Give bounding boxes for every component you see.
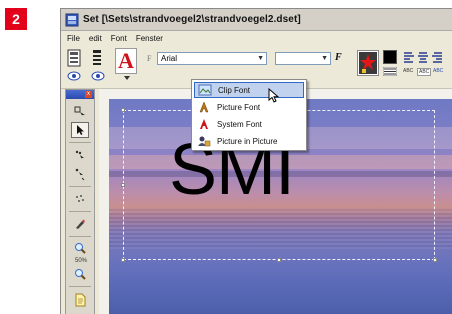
stroke-color-swatch[interactable] (383, 50, 397, 64)
font-prefix-icon: F (147, 54, 152, 63)
resize-handle[interactable] (121, 258, 125, 262)
resize-handle[interactable] (433, 258, 437, 262)
title-bar: Set [\Sets\strandvoegel2\strandvoegel2.d… (61, 9, 452, 31)
eye-visibility-icon[interactable] (91, 70, 105, 82)
menu-item-label: Picture in Picture (217, 136, 278, 146)
star-color-icon (359, 52, 377, 74)
tool-separator (69, 286, 91, 287)
step-number-badge: 2 (5, 8, 27, 30)
tool-separator (69, 142, 91, 143)
menu-font[interactable]: Font (111, 34, 127, 43)
text-frame-icon[interactable] (91, 49, 103, 67)
menu-item-system-font[interactable]: System Font (194, 116, 304, 132)
resize-handle[interactable] (277, 258, 281, 262)
font-size-dropdown[interactable]: ▼ (275, 52, 331, 65)
zoom-out-icon (75, 269, 86, 280)
select-object-icon (74, 106, 85, 117)
pattern-icon[interactable] (383, 67, 397, 76)
mouse-cursor-icon (268, 88, 280, 103)
arrow-pointer-icon (77, 125, 84, 135)
tools-panel: x 50% (65, 89, 95, 314)
align-right-icon[interactable] (431, 51, 443, 63)
menu-bar: File edit Font Fenster (61, 31, 452, 45)
menu-window[interactable]: Fenster (136, 34, 163, 43)
node-edit-tool[interactable] (71, 147, 89, 163)
tool-separator (69, 186, 91, 187)
text-style-abc-1[interactable]: ABC (403, 68, 413, 74)
tool-separator (69, 236, 91, 237)
chevron-down-icon: ▼ (257, 55, 264, 62)
page-layout-icon[interactable] (67, 49, 81, 67)
menu-item-picture-font[interactable]: Picture Font (194, 99, 304, 115)
menu-item-picture-in-picture[interactable]: Picture in Picture (194, 133, 304, 149)
system-font-icon (196, 117, 212, 131)
pen-tool[interactable] (71, 216, 89, 232)
align-left-icon[interactable] (403, 51, 415, 63)
italic-style-icon[interactable]: F (335, 52, 342, 63)
arrow-pointer-tool[interactable] (71, 122, 89, 138)
text-style-abc-2[interactable]: ABC (417, 68, 432, 76)
font-type-letter: A (118, 48, 134, 73)
move-node-icon (75, 168, 85, 181)
tools-panel-header: x (66, 90, 94, 99)
zoom-in-icon (75, 243, 86, 254)
font-name-value: Arial (161, 54, 178, 63)
app-window: Set [\Sets\strandvoegel2\strandvoegel2.d… (60, 8, 452, 314)
align-center-icon[interactable] (417, 51, 429, 63)
app-icon (65, 13, 79, 26)
pen-icon (76, 219, 85, 229)
font-type-button[interactable]: A (115, 48, 137, 74)
zoom-in-tool[interactable] (71, 240, 89, 256)
menu-item-clip-font[interactable]: Clip Font (194, 82, 304, 98)
menu-file[interactable]: File (67, 34, 80, 43)
eye-icon[interactable] (67, 70, 81, 82)
menu-item-label: Picture Font (217, 102, 261, 112)
resize-handle[interactable] (121, 183, 125, 187)
zoom-level-label: 50% (74, 258, 87, 264)
scatter-tool[interactable] (71, 191, 89, 207)
node-edit-icon (75, 150, 84, 160)
chevron-down-icon: ▼ (321, 55, 328, 62)
close-icon[interactable]: x (85, 91, 92, 98)
select-object-tool[interactable] (71, 104, 89, 120)
fill-color-button[interactable] (357, 50, 379, 76)
clip-font-icon (197, 83, 213, 97)
picture-font-icon (196, 100, 212, 114)
resize-handle[interactable] (121, 108, 125, 112)
font-type-menu: Clip Font Picture Font System Font Pictu… (191, 79, 307, 151)
page-tool[interactable] (71, 292, 89, 308)
font-name-dropdown[interactable]: Arial ▼ (157, 52, 267, 65)
text-style-abc-3[interactable]: ABC (433, 68, 443, 74)
dropdown-arrow-icon[interactable] (123, 75, 131, 81)
window-title: Set [\Sets\strandvoegel2\strandvoegel2.d… (83, 14, 301, 25)
move-node-tool[interactable] (71, 166, 89, 182)
scatter-icon (76, 195, 84, 202)
zoom-out-tool[interactable] (71, 266, 89, 282)
menu-item-label: System Font (217, 119, 262, 129)
menu-edit[interactable]: edit (89, 34, 102, 43)
tool-separator (69, 211, 91, 212)
picture-in-picture-icon (196, 134, 212, 148)
page-icon (75, 293, 86, 307)
menu-item-label: Clip Font (218, 85, 251, 95)
